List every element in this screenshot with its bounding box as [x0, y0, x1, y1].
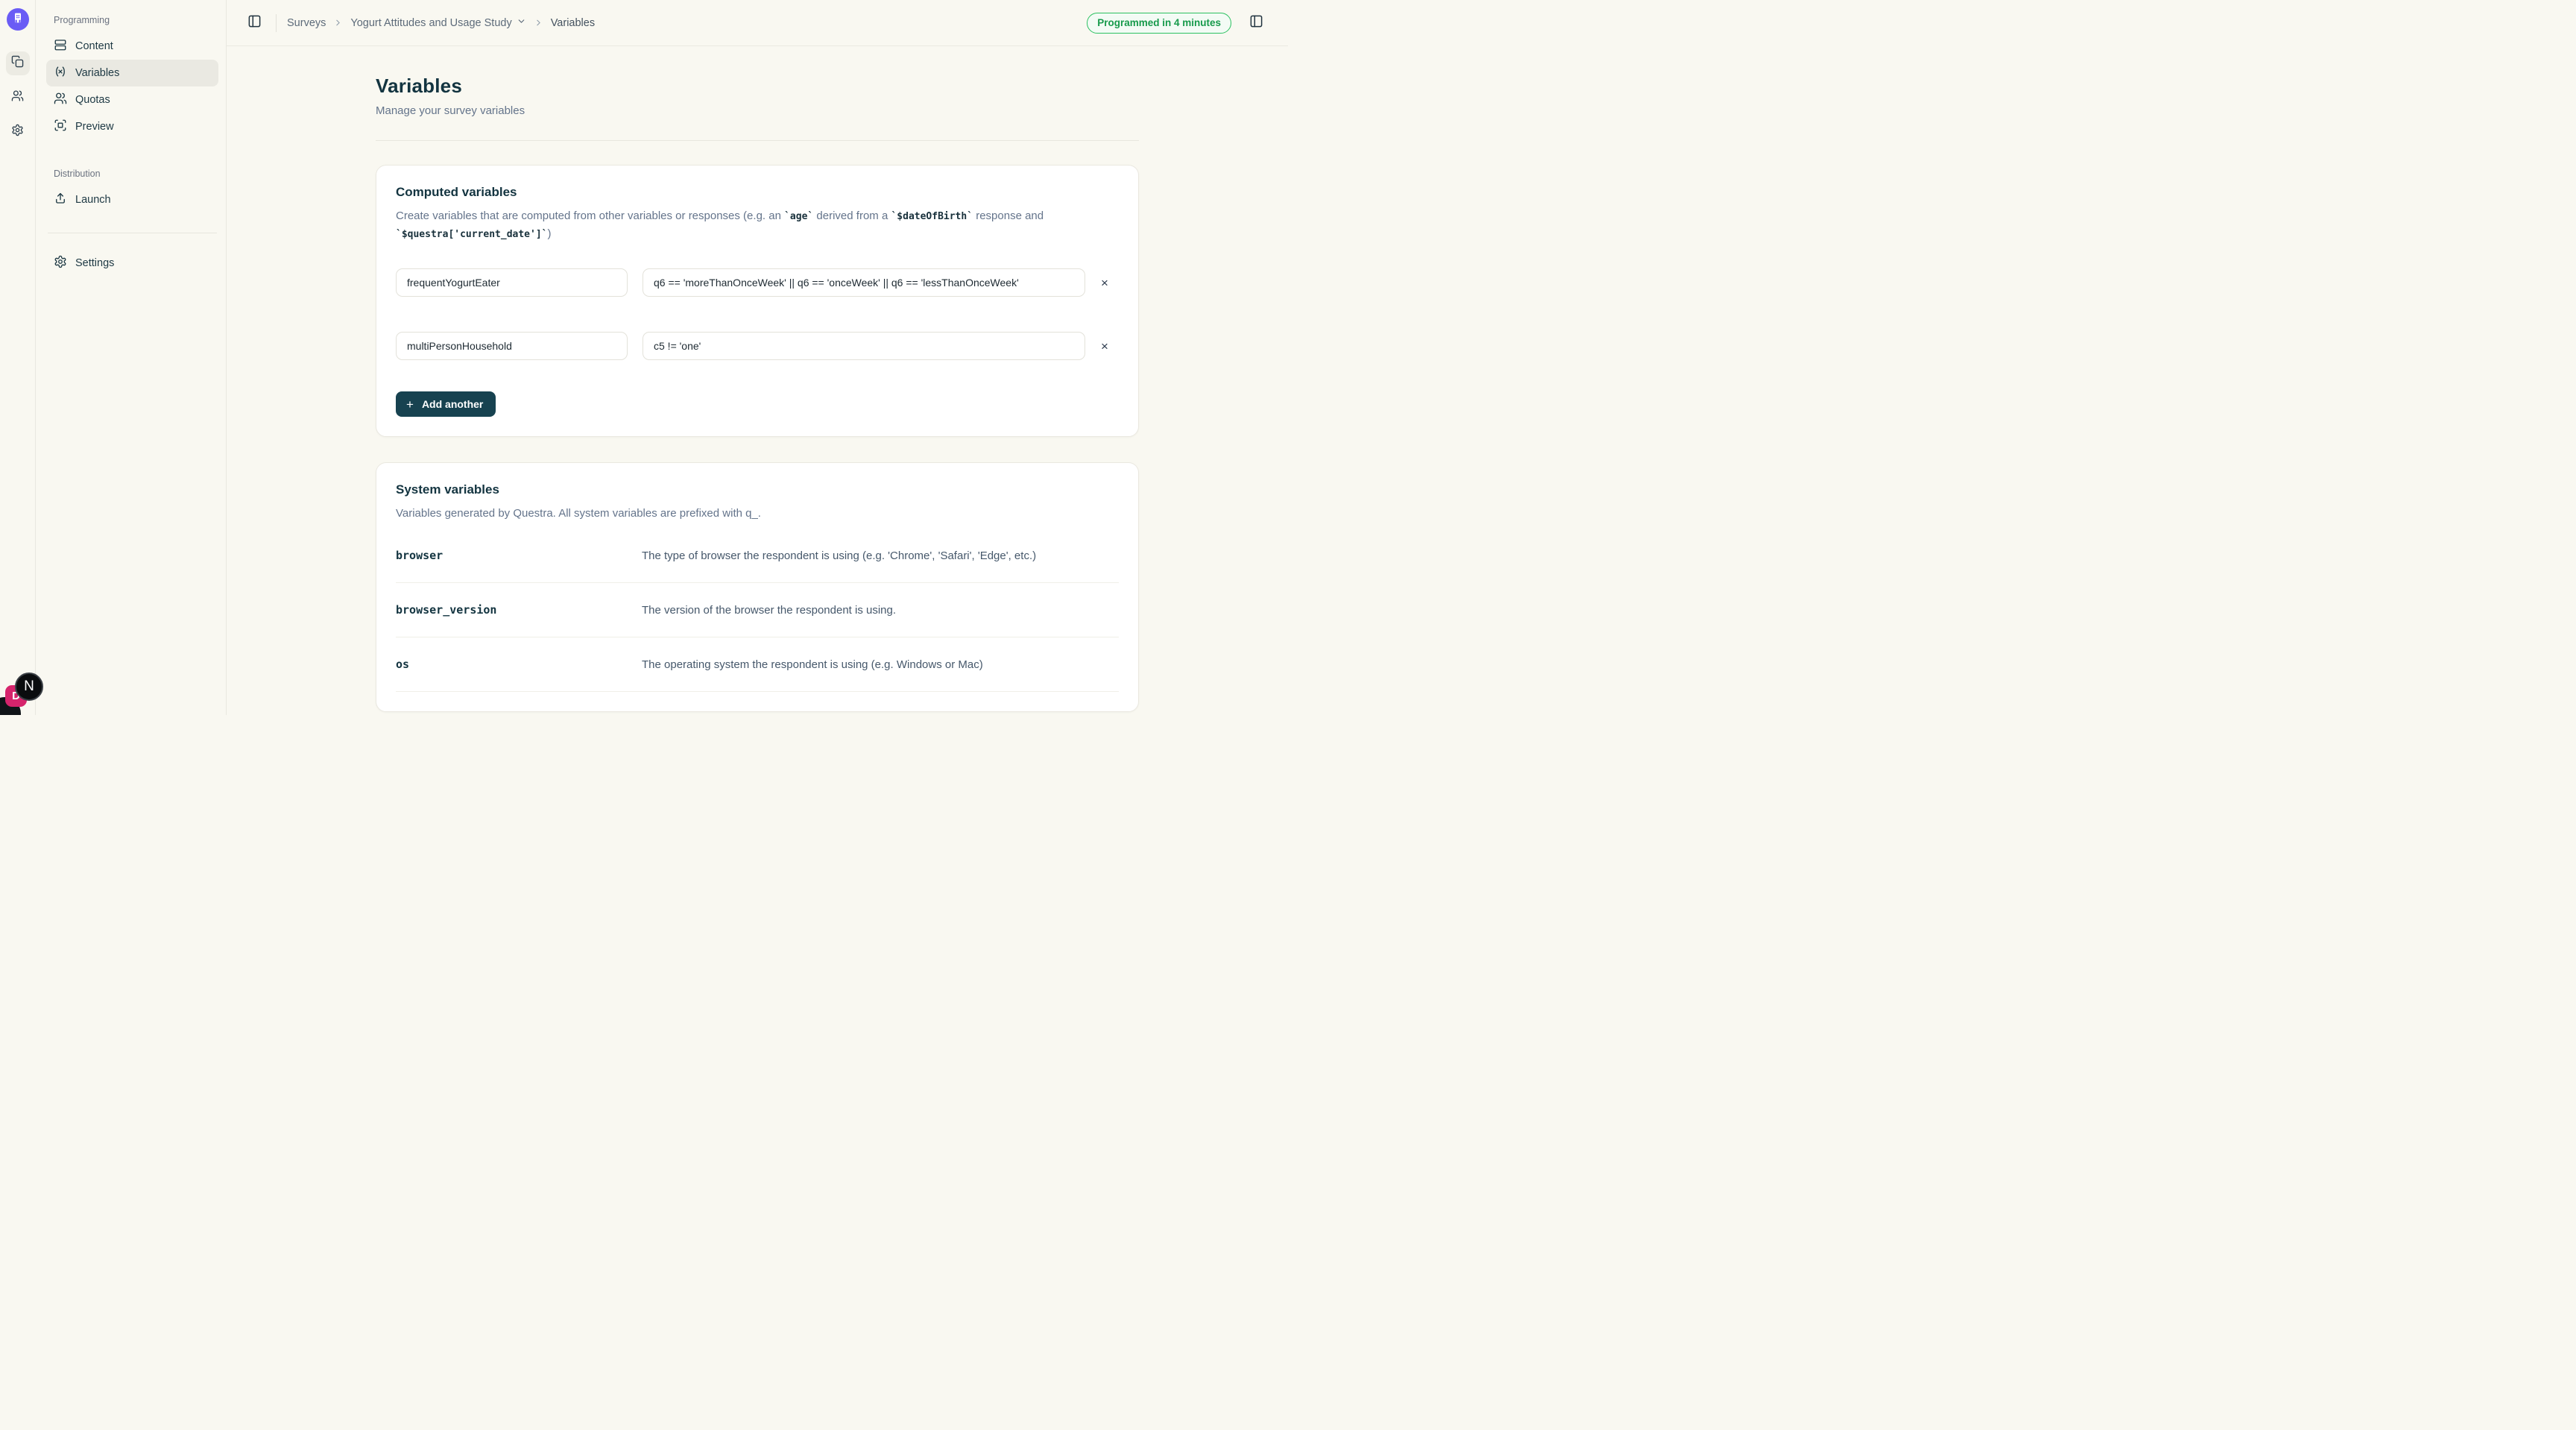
- system-variable-description: The version of the browser the responden…: [642, 604, 896, 617]
- add-another-label: Add another: [422, 398, 483, 410]
- system-variable-row: browser The type of browser the responde…: [396, 529, 1119, 583]
- app-window: Programming Content Variables: [0, 0, 1288, 715]
- scan-icon: [54, 119, 67, 135]
- chevron-right-icon: [534, 18, 543, 28]
- variable-expression-input[interactable]: [643, 268, 1085, 297]
- system-variable-name: os: [396, 658, 642, 671]
- system-variable-description: The type of browser the respondent is us…: [642, 549, 1036, 562]
- chevron-right-icon: [333, 18, 343, 28]
- system-variable-row: browser_version The version of the brows…: [396, 583, 1119, 637]
- remove-variable-button[interactable]: ×: [1098, 274, 1111, 292]
- topbar: Surveys Yogurt Attitudes and Usage Study…: [227, 0, 1288, 46]
- nextjs-dev-badge[interactable]: N: [15, 673, 43, 701]
- topbar-divider: [276, 14, 277, 32]
- breadcrumb: Surveys Yogurt Attitudes and Usage Study…: [287, 16, 595, 29]
- system-variable-name: browser_version: [396, 603, 642, 617]
- system-variables-list: browser The type of browser the responde…: [396, 529, 1119, 692]
- sidebar-item-content[interactable]: Content: [46, 33, 218, 60]
- workspace-logo[interactable]: [7, 8, 29, 31]
- rows-icon: [54, 38, 67, 54]
- page-title: Variables: [376, 75, 1139, 98]
- gear-icon: [11, 124, 24, 140]
- computed-variable-row: ×: [396, 268, 1119, 297]
- title-divider: [376, 140, 1139, 141]
- sidebar-item-settings[interactable]: Settings: [46, 250, 218, 277]
- panel-left-icon: [247, 14, 262, 32]
- users-icon: [11, 89, 24, 106]
- copy-icon: [11, 55, 24, 72]
- icon-rail: [0, 0, 36, 715]
- section-label-distribution: Distribution: [46, 163, 218, 186]
- variable-icon: [54, 65, 67, 81]
- plus-icon: +: [406, 398, 414, 411]
- right-panel-toggle-button[interactable]: [1245, 12, 1267, 34]
- sidebar-item-label: Preview: [75, 121, 114, 133]
- variable-name-input[interactable]: [396, 332, 628, 360]
- inline-code-age: `age`: [784, 211, 813, 222]
- system-variables-card: System variables Variables generated by …: [376, 462, 1139, 712]
- breadcrumb-surveys[interactable]: Surveys: [287, 17, 326, 29]
- sidebar-toggle-button[interactable]: [243, 12, 265, 34]
- breadcrumb-survey-label: Yogurt Attitudes and Usage Study: [350, 17, 511, 29]
- users-icon: [54, 92, 67, 108]
- add-another-button[interactable]: + Add another: [396, 391, 496, 417]
- breadcrumb-survey[interactable]: Yogurt Attitudes and Usage Study: [350, 16, 525, 29]
- system-card-title: System variables: [396, 482, 1119, 497]
- section-label-programming: Programming: [46, 9, 218, 33]
- inline-code-dateofbirth: `$dateOfBirth`: [891, 211, 973, 222]
- sidebar-item-variables[interactable]: Variables: [46, 60, 218, 86]
- rail-surveys-button[interactable]: [6, 51, 30, 75]
- sidebar-item-label: Variables: [75, 67, 119, 79]
- programmed-time-badge[interactable]: Programmed in 4 minutes: [1087, 13, 1231, 34]
- breadcrumb-current: Variables: [551, 17, 595, 29]
- sidebar-item-label: Quotas: [75, 94, 110, 106]
- variable-expression-input[interactable]: [643, 332, 1085, 360]
- system-variable-row: os The operating system the respondent i…: [396, 637, 1119, 692]
- sidebar-item-label: Settings: [75, 257, 114, 269]
- main-area: Surveys Yogurt Attitudes and Usage Study…: [227, 0, 1288, 715]
- sidebar-item-quotas[interactable]: Quotas: [46, 86, 218, 113]
- page-content: Variables Manage your survey variables C…: [227, 46, 1288, 715]
- computed-card-title: Computed variables: [396, 185, 1119, 200]
- sidebar-item-launch[interactable]: Launch: [46, 186, 218, 213]
- inline-code-current-date: `$questra['current_date']`: [396, 229, 548, 240]
- upload-icon: [54, 192, 67, 208]
- system-card-description: Variables generated by Questra. All syst…: [396, 505, 1111, 523]
- remove-variable-button[interactable]: ×: [1098, 337, 1111, 356]
- nav-sidebar: Programming Content Variables: [36, 0, 227, 715]
- building-icon: [12, 12, 24, 28]
- system-variable-name: browser: [396, 549, 642, 562]
- computed-variable-row: ×: [396, 332, 1119, 360]
- sidebar-item-label: Content: [75, 40, 113, 52]
- gear-icon: [54, 255, 67, 271]
- page-subtitle: Manage your survey variables: [376, 104, 1139, 117]
- panel-right-icon: [1249, 14, 1263, 32]
- rail-settings-button[interactable]: [6, 120, 30, 144]
- sidebar-item-label: Launch: [75, 194, 111, 206]
- system-variable-description: The operating system the respondent is u…: [642, 658, 983, 671]
- chevron-down-icon: [517, 16, 526, 29]
- rail-people-button[interactable]: [6, 86, 30, 110]
- variable-name-input[interactable]: [396, 268, 628, 297]
- computed-card-description: Create variables that are computed from …: [396, 207, 1111, 243]
- sidebar-item-preview[interactable]: Preview: [46, 113, 218, 140]
- computed-variables-card: Computed variables Create variables that…: [376, 165, 1139, 437]
